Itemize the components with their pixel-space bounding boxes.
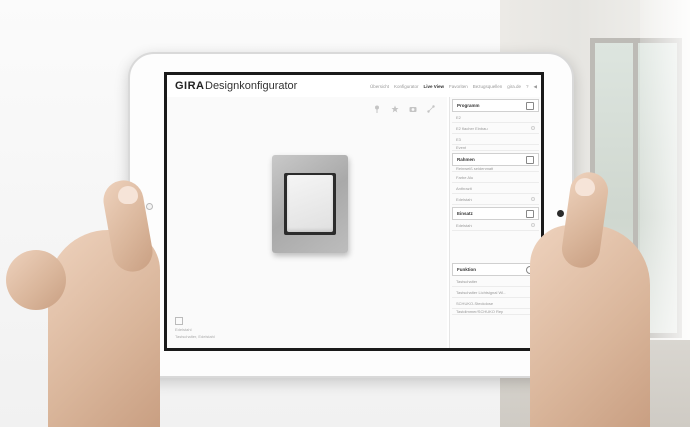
item-label: E2 flacher Einbau [456, 125, 488, 131]
app-header: GIRA Designkonfigurator Übersicht Konfig… [167, 75, 541, 97]
left-hand-finger [6, 250, 66, 310]
nav-configurator[interactable]: Konfigurator [394, 84, 419, 90]
layers-icon [526, 101, 534, 110]
section-title: Funktion [457, 267, 476, 272]
right-thumb-nail [575, 178, 595, 196]
list-item[interactable]: Anthrazit [452, 183, 539, 194]
list-item[interactable]: Farbe Alu [452, 172, 539, 183]
nav-live-view[interactable]: Live View [424, 84, 444, 90]
frame-icon [526, 155, 534, 164]
info-icon[interactable] [531, 223, 535, 227]
info-icon[interactable] [531, 126, 535, 130]
config-panel: Programm E2 E2 flacher Einbau E3 Event R… [449, 97, 541, 348]
item-label: Farbe Alu [456, 174, 474, 180]
item-label: Edelstahl [456, 196, 473, 202]
item-label: Tastschalter Lichtsignal Wi... [456, 289, 507, 295]
item-label: Anthrazit [456, 185, 472, 191]
list-item[interactable]: E2 flacher Einbau [452, 123, 539, 134]
app-title: Designkonfigurator [205, 80, 298, 92]
section-title: Programm [457, 103, 480, 108]
product-icon [175, 317, 183, 325]
item-label: E2 [456, 114, 461, 120]
section-title: Einsatz [457, 211, 473, 216]
selection-summary: Edelstahl Tastschalter, Edelstahl [175, 317, 215, 339]
list-item[interactable]: E2 [452, 112, 539, 123]
nav-collapse[interactable]: ◀ [534, 84, 537, 90]
live-view-canvas[interactable]: Edelstahl Tastschalter, Edelstahl [167, 97, 447, 348]
item-label: E3 [456, 136, 461, 142]
list-item[interactable]: SCHUKO-Steckdose [452, 298, 539, 309]
nav-sources[interactable]: Bezugsquellen [473, 84, 503, 90]
switch-frame-preview [272, 155, 348, 253]
nav-overview[interactable]: Übersicht [370, 84, 389, 90]
item-label: Tastschalter [456, 278, 478, 284]
section-programm[interactable]: Programm [452, 99, 539, 112]
list-item[interactable]: Edelstahl [452, 220, 539, 231]
gira-logo[interactable]: GIRA [175, 80, 205, 92]
summary-line-1: Edelstahl [175, 327, 192, 332]
tablet-screen: GIRA Designkonfigurator Übersicht Konfig… [164, 72, 544, 351]
pin-icon[interactable] [373, 105, 381, 113]
section-funktion[interactable]: Funktion [452, 263, 539, 276]
item-label: Edelstahl [456, 222, 473, 228]
tablet-home-button[interactable] [146, 203, 153, 210]
list-item[interactable]: E3 [452, 134, 539, 145]
item-label: SCHUKO-Steckdose [456, 300, 494, 306]
nav-help[interactable]: ? [526, 84, 529, 90]
item-label: Reinweiß seidenmatt [456, 166, 494, 171]
switch-rocker [287, 175, 333, 232]
insert-icon [526, 209, 534, 218]
left-thumb-nail [118, 186, 138, 204]
share-icon[interactable] [427, 105, 435, 113]
canvas-toolbar [373, 105, 435, 113]
camera-icon[interactable] [409, 105, 417, 113]
list-item[interactable]: Tastschalter [452, 276, 539, 287]
nav-favorites[interactable]: Favoriten [449, 84, 468, 90]
main-nav: Übersicht Konfigurator Live View Favorit… [370, 84, 537, 90]
section-einsatz[interactable]: Einsatz [452, 207, 539, 220]
info-icon[interactable] [531, 197, 535, 201]
list-item[interactable]: Tastschalter Lichtsignal Wi... [452, 287, 539, 298]
summary-line-2: Tastschalter, Edelstahl [175, 334, 215, 339]
nav-gira-de[interactable]: gira.de [507, 84, 521, 90]
favorite-icon[interactable] [391, 105, 399, 113]
section-title: Rahmen [457, 157, 475, 162]
item-label: Tastdimmer/SCHUKO Rep [456, 309, 504, 314]
tablet-camera [557, 210, 564, 217]
item-label: Event [456, 145, 467, 150]
list-item[interactable]: Tastdimmer/SCHUKO Rep [452, 309, 539, 315]
list-item[interactable]: Edelstahl [452, 194, 539, 205]
section-rahmen[interactable]: Rahmen [452, 153, 539, 166]
list-item[interactable]: Event [452, 145, 539, 151]
